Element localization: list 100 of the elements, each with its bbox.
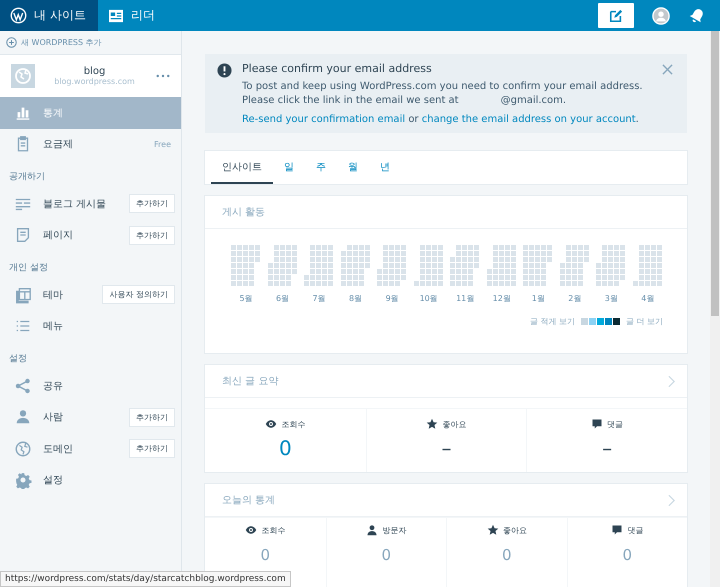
- month-label: 4월: [641, 293, 654, 304]
- plan-label: Free: [154, 140, 172, 149]
- stat-value: 0: [260, 546, 270, 564]
- period-tab[interactable]: 일: [273, 151, 305, 184]
- star-icon: [426, 418, 438, 430]
- stat-label: 좋아요: [442, 418, 466, 430]
- close-icon[interactable]: [662, 64, 673, 75]
- sidebar-item[interactable]: 도메인 추가하기: [0, 433, 181, 464]
- sidebar-heading: 개인 설정: [8, 262, 49, 275]
- month-activity-grid: [268, 245, 298, 287]
- stat-label: 댓글: [627, 524, 644, 536]
- stat-value: –: [602, 436, 612, 460]
- comment-icon: [591, 418, 604, 430]
- legend-less-label: 글 적게 보기: [530, 316, 575, 327]
- legend-more-label: 글 더 보기: [626, 316, 663, 327]
- reader-icon: [108, 8, 124, 22]
- sidebar-item[interactable]: 공유: [0, 370, 181, 402]
- sidebar-item[interactable]: 블로그 게시물 추가하기: [0, 188, 181, 220]
- add-button[interactable]: 추가하기: [129, 226, 175, 245]
- comment-icon: [611, 524, 624, 536]
- alert-icon: [217, 63, 232, 78]
- month-label: 1월: [532, 293, 545, 304]
- month-activity-grid: [560, 245, 590, 287]
- or-text: or: [408, 114, 419, 125]
- sidebar-item[interactable]: 페이지 추가하기: [0, 220, 181, 251]
- month-label: 12월: [492, 293, 511, 304]
- month-activity-grid: [523, 245, 554, 287]
- sidebar-heading: 설정: [8, 353, 28, 366]
- legend-scale: [580, 318, 620, 325]
- month-label: 9월: [386, 293, 399, 304]
- eye-icon: [265, 418, 278, 430]
- sidebar-item-label: 테마: [43, 288, 64, 302]
- month-label: 5월: [239, 293, 253, 304]
- theme-icon: [14, 286, 32, 304]
- month-activity-grid: [450, 245, 480, 287]
- month-activity-grid: [486, 245, 517, 287]
- sidebar-item[interactable]: 요금제 Free: [0, 128, 181, 160]
- period-tab[interactable]: 월: [337, 151, 369, 184]
- scrollbar[interactable]: [710, 31, 720, 587]
- stat-label: 좋아요: [502, 524, 527, 536]
- sidebar-item[interactable]: 테마 사용자 정의하기: [0, 279, 181, 310]
- add-button[interactable]: 추가하기: [129, 439, 175, 458]
- month-activity-grid: [377, 245, 408, 287]
- stat-value: –: [441, 436, 452, 460]
- sidebar-heading: 공개하기: [8, 171, 46, 184]
- month-activity-grid: [414, 245, 444, 287]
- month-label: 2월: [568, 293, 582, 304]
- stat-label: 조회수: [261, 524, 286, 536]
- wordpress-logo-icon: [10, 7, 27, 24]
- month-activity-grid: [632, 245, 663, 287]
- sidebar-item[interactable]: 메뉴: [0, 310, 181, 342]
- month-label: 10월: [420, 293, 438, 304]
- month-label: 8월: [349, 293, 362, 304]
- more-icon[interactable]: [156, 74, 170, 78]
- sidebar-item[interactable]: 설정: [0, 464, 181, 496]
- period-tab[interactable]: 주: [305, 151, 337, 184]
- period-tab[interactable]: 년: [369, 151, 401, 184]
- sidebar-item-label: 도메인: [43, 442, 74, 456]
- reader-tab[interactable]: 리더: [98, 0, 167, 31]
- notice-title: Please confirm your email address: [242, 62, 433, 75]
- month-label: 7월: [312, 293, 326, 304]
- card-title: 게시 활동: [222, 206, 266, 219]
- period-tab[interactable]: 인사이트: [211, 151, 273, 184]
- write-button[interactable]: [598, 3, 634, 28]
- sidebar-item-label: 설정: [43, 474, 64, 488]
- stat-label: 댓글: [607, 418, 624, 430]
- site-globe-icon: [11, 64, 35, 88]
- month-label: 6월: [276, 293, 290, 304]
- page-icon: [14, 226, 32, 244]
- site-url: blog.wordpress.com: [54, 77, 135, 86]
- month-activity-grid: [596, 245, 626, 287]
- plus-circle-icon: [6, 37, 17, 48]
- stat-label: 조회수: [281, 418, 306, 430]
- eye-icon: [245, 524, 258, 536]
- person-icon: [366, 524, 378, 536]
- month-activity-grid: [340, 245, 371, 287]
- sidebar-item-label: 메뉴: [43, 320, 64, 334]
- sidebar-item-label: 사람: [43, 411, 64, 424]
- gear-icon: [14, 471, 32, 490]
- notice-text: To post and keep using WordPress.com you need to confirm your email address. Please click the link in the email we sent at @gmail.com.: [242, 80, 644, 108]
- stat-value: 0: [381, 546, 392, 564]
- site-name: blog: [84, 66, 106, 77]
- add-button[interactable]: 추가하기: [129, 194, 175, 214]
- avatar-icon[interactable]: [652, 6, 670, 24]
- month-label: 3월: [604, 293, 618, 304]
- my-site-tab[interactable]: 내 사이트: [0, 0, 98, 31]
- period-text: .: [636, 114, 639, 125]
- share-icon: [14, 376, 32, 395]
- status-bar-url: https://wordpress.com/stats/day/starcatchblog.wordpress.com: [0, 571, 291, 587]
- month-activity-grid: [304, 245, 334, 287]
- add-button[interactable]: 추가하기: [129, 408, 175, 427]
- site-card[interactable]: blog blog.wordpress.com: [0, 55, 181, 97]
- person-icon: [14, 408, 32, 426]
- pencil-icon: [609, 8, 623, 22]
- customize-button[interactable]: 사용자 정의하기: [102, 285, 175, 304]
- globe-icon: [14, 440, 32, 458]
- month-label: 11월: [456, 293, 474, 304]
- sidebar-item[interactable]: 사람 추가하기: [0, 402, 181, 433]
- stat-value: 0: [622, 546, 632, 564]
- sidebar-item-label: 요금제: [43, 138, 74, 152]
